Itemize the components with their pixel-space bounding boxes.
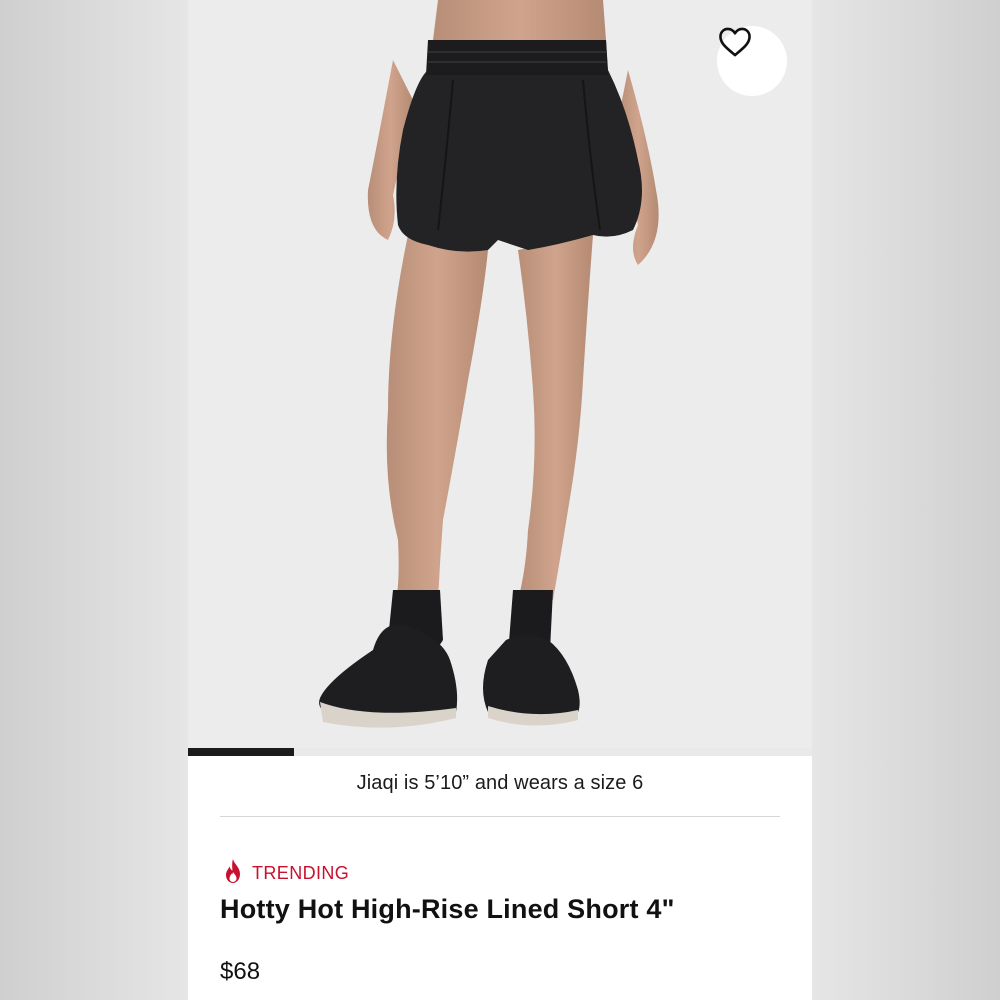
product-price: $68 — [220, 958, 261, 985]
divider — [220, 816, 780, 817]
trending-label: TRENDING — [252, 863, 350, 883]
trending-badge: TRENDING — [222, 858, 349, 889]
favorite-button[interactable] — [717, 26, 787, 96]
product-photo — [319, 0, 659, 728]
model-size-info: Jiaqi is 5’10” and wears a size 6 — [356, 772, 644, 794]
product-title: Hotty Hot High-Rise Lined Short 4" — [220, 894, 675, 924]
carousel-progress-fill — [188, 748, 295, 756]
image-carousel-indicator — [188, 748, 812, 756]
product-screen: Jiaqi is 5’10” and wears a size 6 TRENDI… — [188, 0, 812, 1000]
product-image[interactable] — [188, 0, 812, 756]
flame-icon — [222, 858, 244, 889]
